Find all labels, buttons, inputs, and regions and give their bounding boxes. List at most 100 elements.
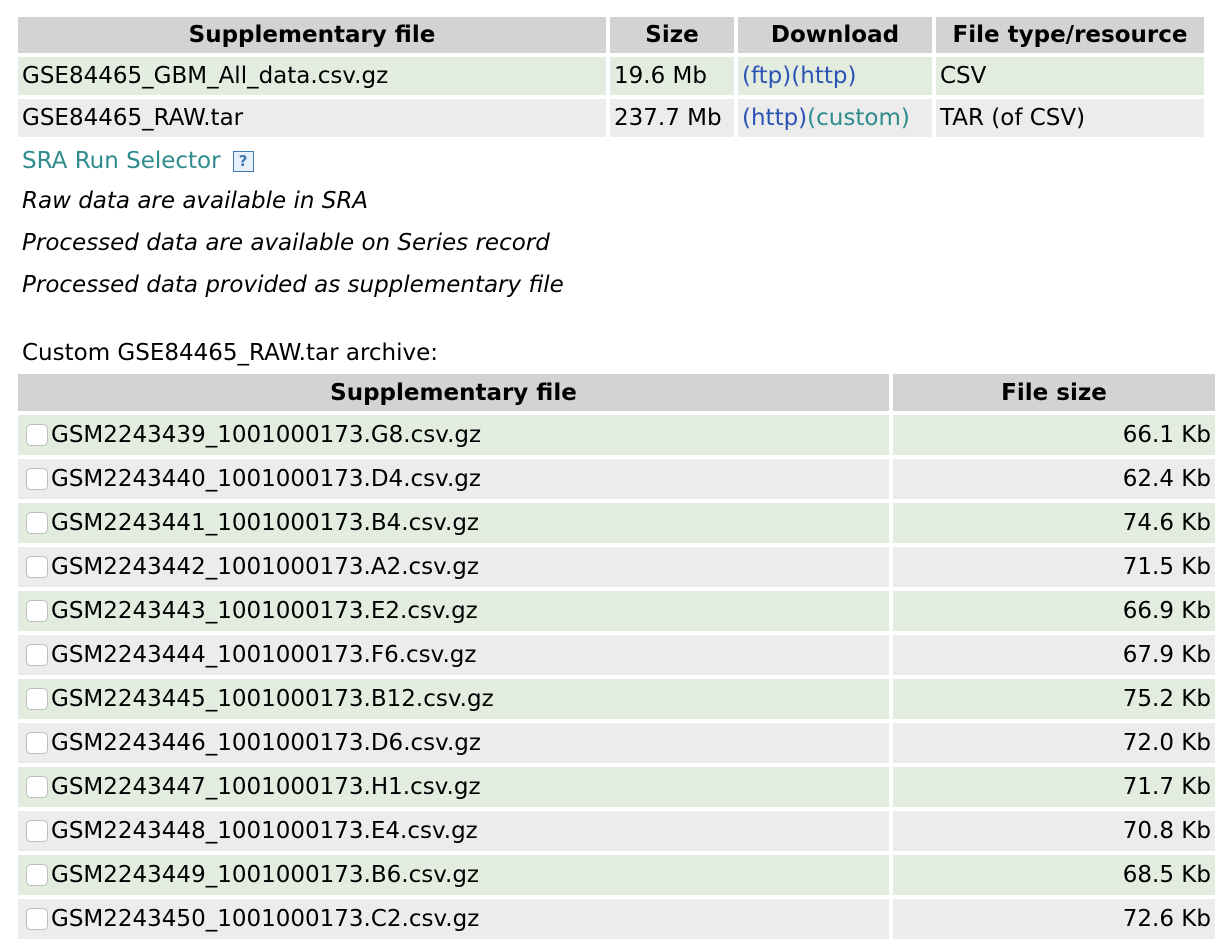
file-cell-content: GSM2243442_1001000173.A2.csv.gz [18,554,889,580]
help-icon[interactable]: ? [232,150,254,172]
file-checkbox[interactable] [26,908,48,930]
file-checkbox[interactable] [26,468,48,490]
file-size: 67.9 Kb [893,635,1215,675]
archive-table-body: GSM2243439_1001000173.G8.csv.gz 66.1 Kb GS… [18,415,1215,939]
download-links: (http)(custom) [738,99,932,137]
file-checkbox[interactable] [26,512,48,534]
http-download-link[interactable]: (http) [742,105,807,131]
table-row: GSM2243447_1001000173.H1.csv.gz 71.7 Kb [18,767,1215,807]
file-size: 72.0 Kb [893,723,1215,763]
col-header-file-type: File type/resource [936,17,1204,53]
file-name: GSM2243447_1001000173.H1.csv.gz [51,774,481,800]
col-header-size: Size [610,17,734,53]
file-cell: GSM2243448_1001000173.E4.csv.gz [18,811,889,851]
note-processed-series: Processed data are available on Series r… [22,230,550,256]
table-row: GSE84465_GBM_All_data.csv.gz 19.6 Mb (ft… [18,57,1204,95]
file-size: 70.8 Kb [893,811,1215,851]
file-cell-content: GSM2243446_1001000173.D6.csv.gz [18,730,889,756]
file-size: 75.2 Kb [893,679,1215,719]
file-size: 66.1 Kb [893,415,1215,455]
note-processed-supplementary: Processed data provided as supplementary… [22,272,564,298]
file-cell-content: GSM2243450_1001000173.C2.csv.gz [18,906,889,932]
file-type: TAR (of CSV) [936,99,1204,137]
file-cell: GSM2243450_1001000173.C2.csv.gz [18,899,889,939]
table-row: GSE84465_RAW.tar 237.7 Mb (http)(custom)… [18,99,1204,137]
sra-run-selector-line: SRA Run Selector ? [22,146,254,176]
col-header-supplementary-file: Supplementary file [18,17,606,53]
file-cell: GSM2243441_1001000173.B4.csv.gz [18,503,889,543]
file-checkbox[interactable] [26,864,48,886]
file-cell-content: GSM2243443_1001000173.E2.csv.gz [18,598,889,624]
file-cell-content: GSM2243447_1001000173.H1.csv.gz [18,774,889,800]
file-checkbox[interactable] [26,732,48,754]
file-cell-content: GSM2243445_1001000173.B12.csv.gz [18,686,889,712]
file-checkbox[interactable] [26,688,48,710]
table-row: GSM2243446_1001000173.D6.csv.gz 72.0 Kb [18,723,1215,763]
file-cell: GSM2243439_1001000173.G8.csv.gz [18,415,889,455]
supplementary-table-header-row: Supplementary file Size Download File ty… [18,17,1204,53]
col-header-download: Download [738,17,932,53]
file-cell: GSM2243444_1001000173.F6.csv.gz [18,635,889,675]
file-name: GSM2243445_1001000173.B12.csv.gz [51,686,494,712]
archive-table-header-row: Supplementary file File size [18,374,1215,411]
file-size: 72.6 Kb [893,899,1215,939]
http-download-link[interactable]: (http) [791,63,856,89]
file-checkbox[interactable] [26,600,48,622]
file-size: 19.6 Mb [610,57,734,95]
file-name: GSE84465_GBM_All_data.csv.gz [18,57,606,95]
table-row: GSM2243448_1001000173.E4.csv.gz 70.8 Kb [18,811,1215,851]
table-row: GSM2243444_1001000173.F6.csv.gz 67.9 Kb [18,635,1215,675]
file-type: CSV [936,57,1204,95]
file-cell: GSM2243449_1001000173.B6.csv.gz [18,855,889,895]
file-cell-content: GSM2243441_1001000173.B4.csv.gz [18,510,889,536]
file-cell-content: GSM2243449_1001000173.B6.csv.gz [18,862,889,888]
file-size: 71.7 Kb [893,767,1215,807]
table-row: GSM2243445_1001000173.B12.csv.gz 75.2 Kb [18,679,1215,719]
file-name: GSM2243441_1001000173.B4.csv.gz [51,510,480,536]
file-cell: GSM2243443_1001000173.E2.csv.gz [18,591,889,631]
file-checkbox[interactable] [26,776,48,798]
file-name: GSE84465_RAW.tar [18,99,606,137]
file-cell-content: GSM2243448_1001000173.E4.csv.gz [18,818,889,844]
table-row: GSM2243443_1001000173.E2.csv.gz 66.9 Kb [18,591,1215,631]
archive-label: Custom GSE84465_RAW.tar archive: [22,340,439,366]
sra-run-selector-link[interactable]: SRA Run Selector [22,148,221,174]
file-name: GSM2243440_1001000173.D4.csv.gz [51,466,481,492]
supplementary-files-table: Supplementary file Size Download File ty… [14,13,1208,141]
file-size: 74.6 Kb [893,503,1215,543]
download-links: (ftp)(http) [738,57,932,95]
file-checkbox[interactable] [26,424,48,446]
file-name: GSM2243439_1001000173.G8.csv.gz [51,422,482,448]
table-row: GSM2243440_1001000173.D4.csv.gz 62.4 Kb [18,459,1215,499]
file-cell-content: GSM2243439_1001000173.G8.csv.gz [18,422,889,448]
file-cell-content: GSM2243444_1001000173.F6.csv.gz [18,642,889,668]
ftp-download-link[interactable]: (ftp) [742,63,791,89]
file-size: 237.7 Mb [610,99,734,137]
file-name: GSM2243449_1001000173.B6.csv.gz [51,862,480,888]
file-cell: GSM2243445_1001000173.B12.csv.gz [18,679,889,719]
note-raw-data-sra: Raw data are available in SRA [22,188,369,214]
file-size: 68.5 Kb [893,855,1215,895]
table-row: GSM2243442_1001000173.A2.csv.gz 71.5 Kb [18,547,1215,587]
file-size: 66.9 Kb [893,591,1215,631]
file-cell: GSM2243440_1001000173.D4.csv.gz [18,459,889,499]
file-name: GSM2243442_1001000173.A2.csv.gz [51,554,479,580]
file-checkbox[interactable] [26,644,48,666]
custom-download-link[interactable]: (custom) [807,105,910,131]
table-row: GSM2243439_1001000173.G8.csv.gz 66.1 Kb [18,415,1215,455]
file-name: GSM2243448_1001000173.E4.csv.gz [51,818,478,844]
file-size: 71.5 Kb [893,547,1215,587]
table-row: GSM2243449_1001000173.B6.csv.gz 68.5 Kb [18,855,1215,895]
file-checkbox[interactable] [26,556,48,578]
file-checkbox[interactable] [26,820,48,842]
col-header-file-size: File size [893,374,1215,411]
file-cell: GSM2243447_1001000173.H1.csv.gz [18,767,889,807]
file-name: GSM2243446_1001000173.D6.csv.gz [51,730,481,756]
file-name: GSM2243450_1001000173.C2.csv.gz [51,906,480,932]
file-cell-content: GSM2243440_1001000173.D4.csv.gz [18,466,889,492]
file-cell: GSM2243446_1001000173.D6.csv.gz [18,723,889,763]
archive-files-table: Supplementary file File size GSM2243439_… [14,370,1219,943]
col-header-supplementary-file: Supplementary file [18,374,889,411]
table-row: GSM2243450_1001000173.C2.csv.gz 72.6 Kb [18,899,1215,939]
table-row: GSM2243441_1001000173.B4.csv.gz 74.6 Kb [18,503,1215,543]
